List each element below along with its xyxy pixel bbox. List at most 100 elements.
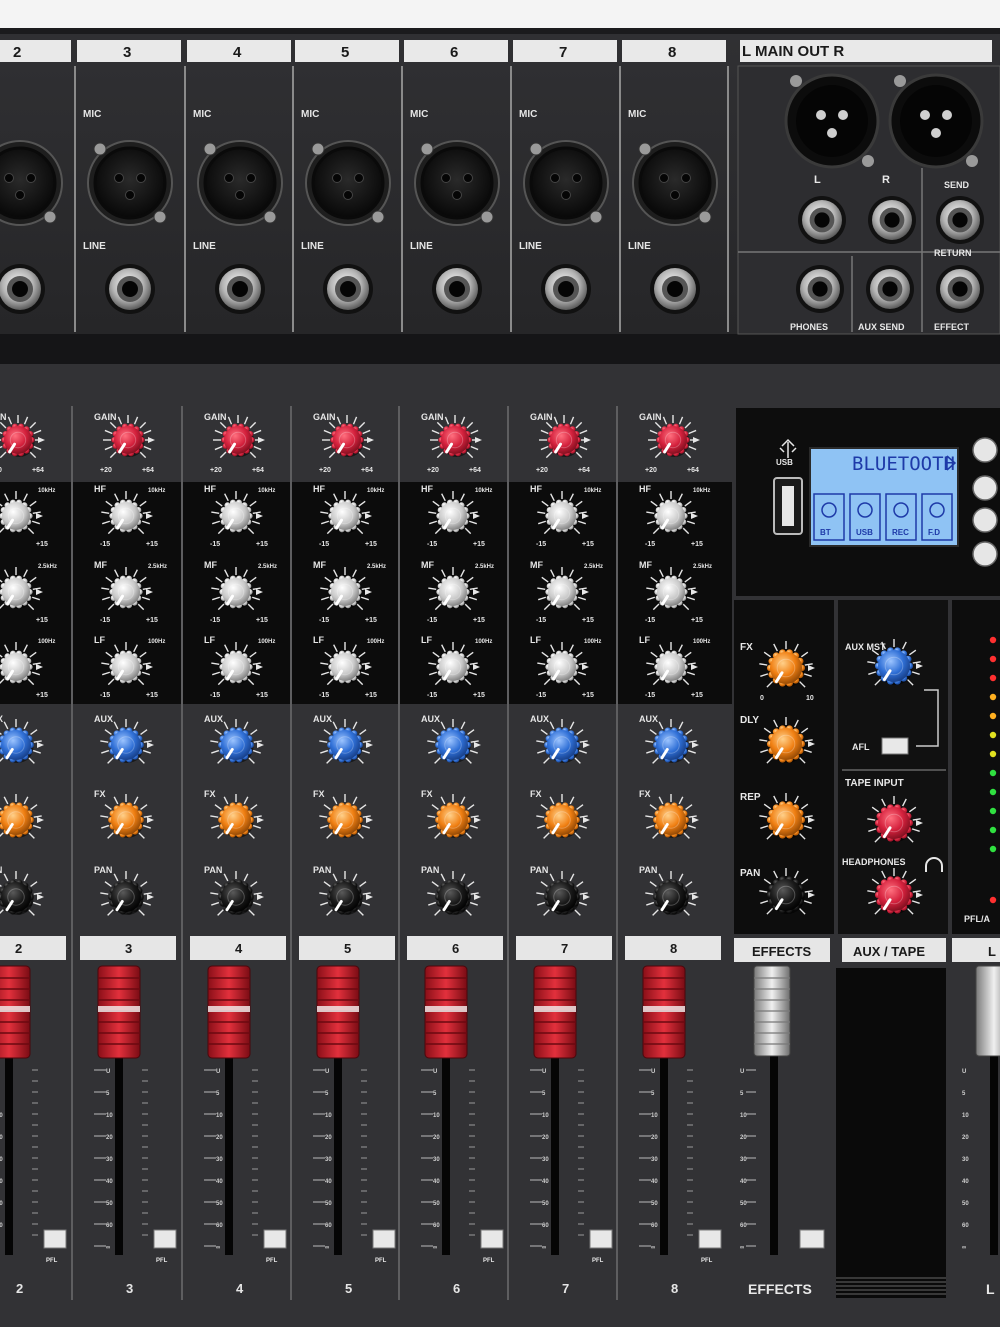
master-pan-label: PAN (740, 868, 760, 879)
eq-max-label: +15 (256, 617, 268, 624)
mic-xlr-input[interactable] (87, 140, 173, 226)
knob-cap (111, 805, 141, 835)
eq-band-label: HF (313, 484, 325, 494)
media-control-button[interactable] (972, 475, 998, 501)
media-control-button[interactable] (972, 541, 998, 567)
media-control-button[interactable] (972, 437, 998, 463)
mic-label: MIC (193, 109, 211, 120)
knob-cap (439, 502, 467, 530)
line-jack-input[interactable] (541, 264, 591, 314)
fader-scale-label: U (325, 1069, 329, 1075)
eq-min-label: -15 (100, 541, 110, 548)
pfl-button[interactable] (698, 1229, 722, 1249)
fader-scale-label: 10 (651, 1113, 658, 1119)
level-meter-led (989, 750, 997, 758)
fader-scale-label: 50 (651, 1201, 658, 1207)
knob-cap (221, 730, 251, 760)
eq-freq-label: 10kHz (475, 488, 492, 494)
eq-max-label: +15 (473, 541, 485, 548)
pfl-button[interactable] (263, 1229, 287, 1249)
eq-freq-label: 100Hz (38, 639, 55, 645)
line-jack-input[interactable] (215, 264, 265, 314)
channel-fader[interactable] (533, 965, 577, 1059)
knob-cap (550, 426, 578, 454)
fader-scale-label: ∞ (216, 1245, 220, 1251)
mic-xlr-input[interactable] (632, 140, 718, 226)
eq-band-label: MF (94, 560, 107, 570)
main-out-left-xlr[interactable] (784, 73, 880, 169)
strip-number: 4 (235, 941, 243, 956)
channel-fader[interactable] (424, 965, 468, 1059)
effect-return-jack[interactable] (936, 265, 984, 313)
eq-max-label: +15 (582, 692, 594, 699)
media-control-button[interactable] (972, 507, 998, 533)
fader-scale-label: 50 (325, 1201, 332, 1207)
phones-jack[interactable] (796, 265, 844, 313)
eq-freq-label: 10kHz (693, 488, 710, 494)
pfl-button[interactable] (372, 1229, 396, 1249)
aux-label: AUX (639, 714, 658, 724)
main-fader[interactable] (975, 965, 1000, 1057)
usb-port-icon[interactable] (773, 477, 803, 535)
line-jack-input[interactable] (650, 264, 700, 314)
fader-scale-label: 40 (106, 1179, 113, 1185)
mic-xlr-input[interactable] (305, 140, 391, 226)
channel-fader[interactable] (0, 965, 31, 1059)
input-channel-number: 2 (13, 44, 21, 61)
knob-cap (222, 653, 250, 681)
knob-cap (439, 578, 467, 606)
eq-max-label: +15 (146, 617, 158, 624)
effects-scale-label: 40 (740, 1179, 747, 1185)
knob-cap (114, 426, 142, 454)
line-jack-input[interactable] (105, 264, 155, 314)
channel-fader[interactable] (97, 965, 141, 1059)
line-jack-input[interactable] (432, 264, 482, 314)
line-label: LINE (301, 241, 324, 252)
aux-send-jack[interactable] (866, 265, 914, 313)
fader-scale-label: 40 (542, 1179, 549, 1185)
aux-label: AUX (313, 714, 332, 724)
pfl-button[interactable] (589, 1229, 613, 1249)
mic-xlr-input[interactable] (414, 140, 500, 226)
channel-fader[interactable] (316, 965, 360, 1059)
mic-label: MIC (519, 109, 537, 120)
knob-cap (2, 502, 30, 530)
strip-bottom-number: 7 (562, 1281, 569, 1296)
eq-freq-label: 2.5kHz (148, 564, 167, 570)
main-out-left-jack[interactable] (798, 196, 846, 244)
main-out-right-jack[interactable] (868, 196, 916, 244)
knob-cap (770, 728, 802, 760)
fader-scale-label: 10 (433, 1113, 440, 1119)
channel-fader[interactable] (642, 965, 686, 1059)
pfl-button[interactable] (153, 1229, 177, 1249)
master-dly-label: DLY (740, 715, 759, 726)
afl-button[interactable] (881, 737, 909, 755)
eq-band-label: MF (530, 560, 543, 570)
effects-pfl-button[interactable] (799, 1229, 825, 1249)
fader-scale-label: ∞ (651, 1245, 655, 1251)
main-out-right-xlr[interactable] (888, 73, 984, 169)
eq-freq-label: 100Hz (584, 639, 601, 645)
knob-cap (878, 879, 910, 911)
eq-max-label: +15 (691, 617, 703, 624)
mic-label: MIC (410, 109, 428, 120)
line-jack-input[interactable] (323, 264, 373, 314)
strip-number: 5 (344, 941, 351, 956)
line-label: LINE (410, 241, 433, 252)
eq-band-label: MF (204, 560, 217, 570)
headphones-label: HEADPHONES (842, 857, 906, 867)
fader-scale-label: 60 (651, 1223, 658, 1229)
mic-xlr-input[interactable] (197, 140, 283, 226)
channel-fader[interactable] (207, 965, 251, 1059)
effects-fader[interactable] (753, 965, 791, 1057)
fx-label: FX (421, 789, 433, 799)
send-jack[interactable] (936, 196, 984, 244)
mic-xlr-input[interactable] (523, 140, 609, 226)
knob-cap (333, 426, 361, 454)
effects-scale-label: 60 (740, 1223, 747, 1229)
pfl-button[interactable] (480, 1229, 504, 1249)
pfl-button[interactable] (43, 1229, 67, 1249)
eq-band-label: LF (313, 635, 324, 645)
fader-scale-label: 40 (433, 1179, 440, 1185)
fader-scale-label: 30 (106, 1157, 113, 1163)
